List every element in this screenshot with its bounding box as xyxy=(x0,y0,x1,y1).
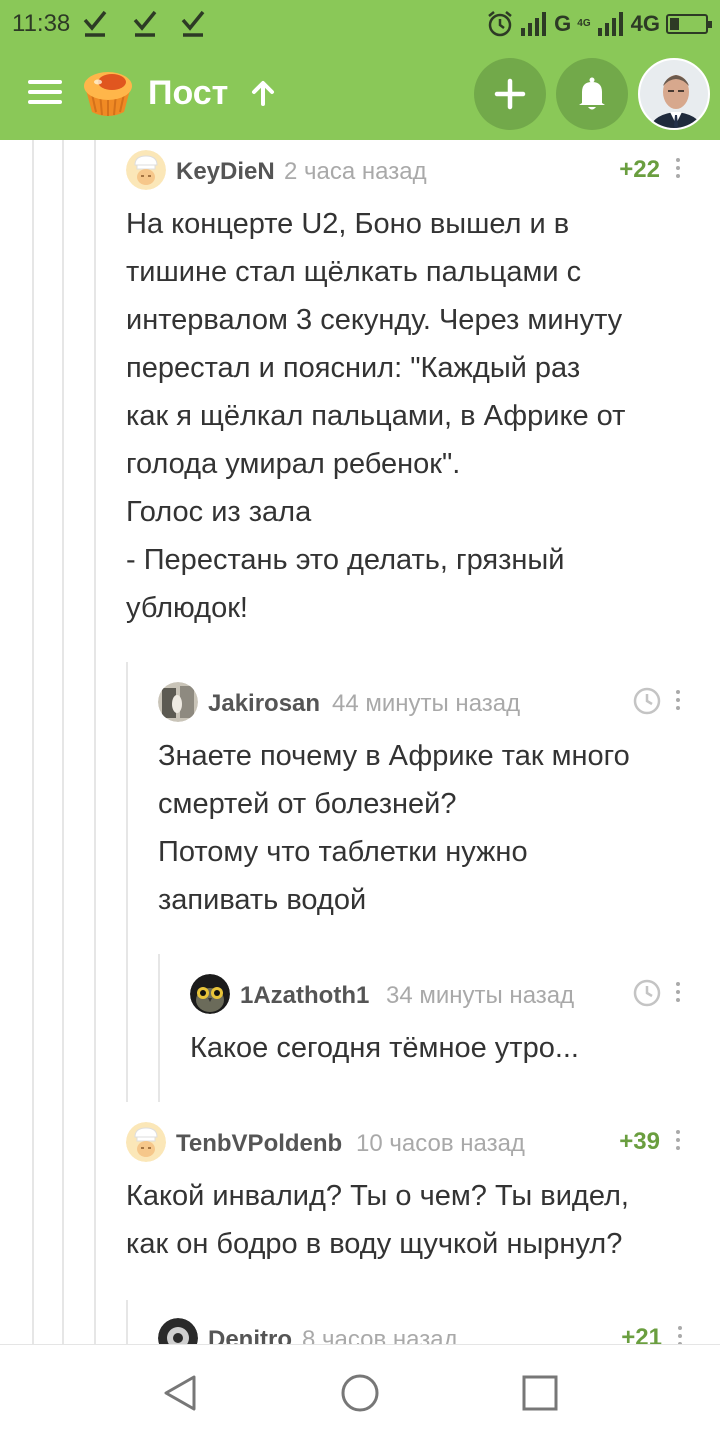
status-bar: 11:38 G 4G 4G xyxy=(0,0,720,48)
comment-time: 10 часов назад xyxy=(356,1130,525,1157)
app-bar: Пост xyxy=(0,48,720,140)
page-title: Пост xyxy=(148,74,229,112)
clock-icon xyxy=(633,979,661,1007)
comment-username[interactable]: TenbVPoldenb xyxy=(176,1130,342,1158)
default-avatar-icon xyxy=(126,150,166,190)
pikabu-logo[interactable] xyxy=(80,66,136,120)
comment-text: Знаете почему в Африке так много смертей… xyxy=(158,740,630,916)
comment-time: 2 часа назад xyxy=(284,158,427,185)
menu-icon[interactable] xyxy=(28,80,62,106)
comment-header: 1Azathoth1 34 минуты назад xyxy=(190,974,698,1014)
status-indicators: G 4G 4G xyxy=(486,8,712,40)
comment-header: Jakirosan 44 минуты назад xyxy=(158,682,698,722)
network-type: 4G xyxy=(630,11,660,36)
signal-icon xyxy=(597,12,623,36)
add-post-button[interactable] xyxy=(474,58,546,130)
battery-level xyxy=(670,18,679,30)
user-avatar-icon xyxy=(158,1318,198,1344)
comment-avatar[interactable] xyxy=(158,1318,198,1344)
comment-username[interactable]: Jakirosan xyxy=(208,690,320,718)
comment-time: 34 минуты назад xyxy=(386,982,575,1009)
comment-header: TenbVPoldenb 10 часов назад +39 xyxy=(126,1122,696,1162)
recent-apps-icon[interactable] xyxy=(520,1373,560,1413)
owl-avatar-icon xyxy=(190,974,230,1014)
comment-rating: +22 xyxy=(619,156,660,183)
thread-line xyxy=(126,662,128,1102)
system-nav-bar xyxy=(0,1344,720,1440)
thread-line xyxy=(62,140,64,1344)
comment: Jakirosan 44 минуты назад Знаете почему … xyxy=(158,682,698,932)
user-avatar[interactable] xyxy=(638,58,710,130)
thread-line xyxy=(158,954,160,1102)
more-options-icon[interactable] xyxy=(674,1326,686,1344)
check-icon xyxy=(133,10,157,37)
notifications-button[interactable] xyxy=(556,58,628,130)
more-options-icon[interactable] xyxy=(672,690,684,714)
comment-text: На концерте U2, Боно вышел и в тишине ст… xyxy=(126,208,626,624)
network-small-label: 4G xyxy=(577,18,591,29)
comment-header: Denitro 8 часов назад +21 xyxy=(158,1318,698,1344)
comment-time: 44 минуты назад xyxy=(332,690,521,717)
comment-text: Какое сегодня тёмное утро... xyxy=(190,1032,579,1064)
signal-icon xyxy=(521,12,547,36)
comment-rating: +21 xyxy=(621,1324,662,1344)
bell-icon xyxy=(579,77,605,110)
comment-avatar[interactable] xyxy=(158,682,198,722)
back-icon[interactable] xyxy=(160,1373,200,1413)
comment-username[interactable]: Denitro xyxy=(208,1326,292,1344)
comment-header: KeyDieN 2 часа назад +22 xyxy=(126,150,696,190)
arrow-up-icon[interactable] xyxy=(248,78,278,108)
check-icon xyxy=(83,10,107,37)
comment-username[interactable]: KeyDieN xyxy=(176,158,275,186)
check-icon xyxy=(181,10,205,37)
comment: Denitro 8 часов назад +21 xyxy=(158,1318,698,1344)
status-time: 11:38 xyxy=(12,10,71,37)
comments-feed[interactable]: KeyDieN 2 часа назад +22 На концерте U2,… xyxy=(0,140,720,1344)
comment-rating: +39 xyxy=(619,1128,660,1155)
user-photo xyxy=(640,60,708,128)
comment: TenbVPoldenb 10 часов назад +39 Какой ин… xyxy=(126,1122,696,1272)
comment-text: Какой инвалид? Ты о чем? Ты видел, как о… xyxy=(126,1180,629,1260)
clock-icon xyxy=(633,687,661,715)
comment: KeyDieN 2 часа назад +22 На концерте U2,… xyxy=(126,150,696,650)
alarm-icon xyxy=(488,11,512,37)
more-options-icon[interactable] xyxy=(672,982,684,1006)
top-header: 11:38 G 4G 4G Пост xyxy=(0,0,720,140)
network-type: G xyxy=(554,11,572,36)
comment: 1Azathoth1 34 минуты назад Какое сегодня… xyxy=(190,974,698,1084)
thread-line xyxy=(94,140,96,1344)
comment-username[interactable]: 1Azathoth1 xyxy=(240,982,369,1010)
thread-line xyxy=(126,1300,128,1344)
more-options-icon[interactable] xyxy=(672,158,684,182)
home-icon[interactable] xyxy=(340,1373,380,1413)
plus-icon xyxy=(494,78,526,110)
comment-avatar[interactable] xyxy=(126,1122,166,1162)
battery-icon xyxy=(666,14,712,34)
comment-time: 8 часов назад xyxy=(302,1326,458,1344)
default-avatar-icon xyxy=(126,1122,166,1162)
user-avatar-icon xyxy=(158,682,198,722)
more-options-icon[interactable] xyxy=(672,1130,684,1154)
comment-avatar[interactable] xyxy=(126,150,166,190)
comment-avatar[interactable] xyxy=(190,974,230,1014)
thread-line xyxy=(32,140,34,1344)
